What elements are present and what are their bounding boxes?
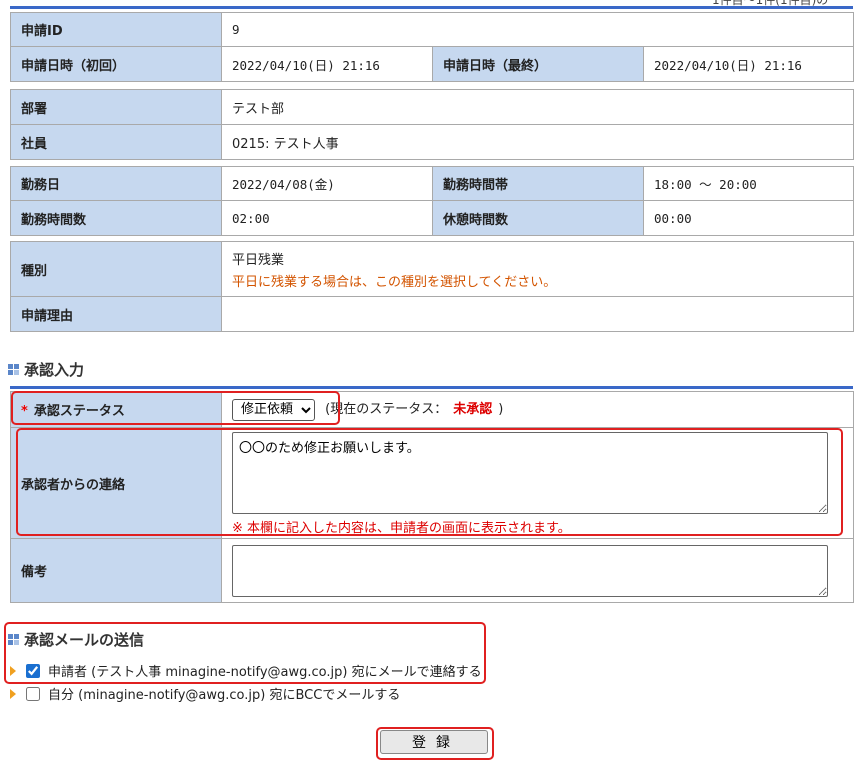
grid-icon [8, 634, 19, 645]
notify-applicant-label[interactable]: 申請者 (テスト人事 minagine-notify@awg.co.jp) 宛に… [48, 661, 482, 680]
work-date-value: 2022/04/08(金) [221, 166, 433, 201]
approval-status-label-cell: * 承認ステータス [10, 391, 222, 428]
approval-status-label: 承認ステータス [33, 404, 125, 419]
break-hours-label: 休憩時間数 [432, 200, 644, 236]
employee-value: 0215: テスト人事 [221, 124, 854, 160]
remarks-cell [221, 538, 854, 603]
header-divider [10, 6, 853, 9]
current-status-suffix: ) [498, 402, 504, 418]
type-value: 平日残業 [232, 252, 285, 268]
type-cell: 平日残業 平日に残業する場合は、この種別を選択してください。 [221, 241, 854, 297]
approval-table: * 承認ステータス 修正依頼 (現在のステータス： 未承認) 承認者からの連絡 ※ … [10, 391, 854, 603]
remarks-label: 備考 [10, 538, 222, 603]
request-info-table: 申請ID 9 申請日時（初回） 2022/04/10(日) 21:16 申請日時… [10, 12, 855, 82]
request-id-value: 9 [220, 12, 855, 47]
bullet-triangle-icon [10, 665, 16, 676]
type-label: 種別 [10, 241, 222, 297]
first-date-label: 申請日時（初回） [10, 46, 222, 82]
timeband-value: 18:00 ～ 20:00 [643, 166, 854, 201]
notify-applicant-checkbox[interactable] [26, 663, 40, 678]
first-date-value: 2022/04/10(日) 21:16 [221, 46, 433, 82]
remarks-textarea[interactable] [232, 544, 828, 597]
work-hours-label: 勤務時間数 [10, 200, 222, 236]
current-status-value: 未承認 [453, 402, 493, 418]
timeband-label: 勤務時間帯 [432, 166, 644, 201]
required-mark: * [21, 404, 28, 419]
approval-section-title: 承認入力 [8, 359, 84, 380]
current-status-prefix: (現在のステータス： [325, 402, 448, 418]
bullet-triangle-icon [10, 688, 16, 699]
approval-status-select[interactable]: 修正依頼 [232, 398, 315, 421]
dept-value: テスト部 [221, 89, 854, 125]
notify-self-checkbox[interactable] [26, 686, 40, 701]
approval-divider [10, 386, 853, 389]
employee-label: 社員 [10, 124, 222, 160]
notify-self-label[interactable]: 自分 (minagine-notify@awg.co.jp) 宛にBCCでメール… [48, 684, 400, 703]
notify-self-row[interactable]: 自分 (minagine-notify@awg.co.jp) 宛にBCCでメール… [10, 684, 400, 703]
mail-section-title: 承認メールの送信 [8, 629, 144, 650]
approver-message-textarea[interactable] [232, 432, 828, 514]
approver-message-label: 承認者からの連絡 [10, 427, 222, 539]
reason-value [221, 296, 854, 332]
dept-label: 部署 [10, 89, 222, 125]
person-table: 部署 テスト部 社員 0215: テスト人事 [10, 89, 854, 160]
last-date-label: 申請日時（最終） [432, 46, 644, 82]
work-hours-value: 02:00 [221, 200, 433, 236]
approval-status-cell: 修正依頼 (現在のステータス： 未承認) [221, 391, 854, 428]
work-date-label: 勤務日 [10, 166, 222, 201]
reason-label: 申請理由 [10, 296, 222, 332]
work-table: 勤務日 2022/04/08(金) 勤務時間帯 18:00 ～ 20:00 勤務… [10, 166, 854, 236]
grid-icon [8, 364, 19, 375]
request-id-label: 申請ID [10, 12, 222, 47]
last-date-value: 2022/04/10(日) 21:16 [642, 46, 855, 82]
break-hours-value: 00:00 [643, 200, 854, 236]
approver-message-cell: ※ 本欄に記入した内容は、申請者の画面に表示されます。 [221, 427, 854, 539]
submit-button[interactable]: 登録 [380, 730, 488, 754]
type-note: 平日に残業する場合は、この種別を選択してください。 [232, 274, 557, 290]
type-table: 種別 平日残業 平日に残業する場合は、この種別を選択してください。 申請理由 [10, 241, 854, 332]
notify-applicant-row[interactable]: 申請者 (テスト人事 minagine-notify@awg.co.jp) 宛に… [10, 661, 482, 680]
approver-message-note: ※ 本欄に記入した内容は、申請者の画面に表示されます。 [232, 521, 571, 536]
